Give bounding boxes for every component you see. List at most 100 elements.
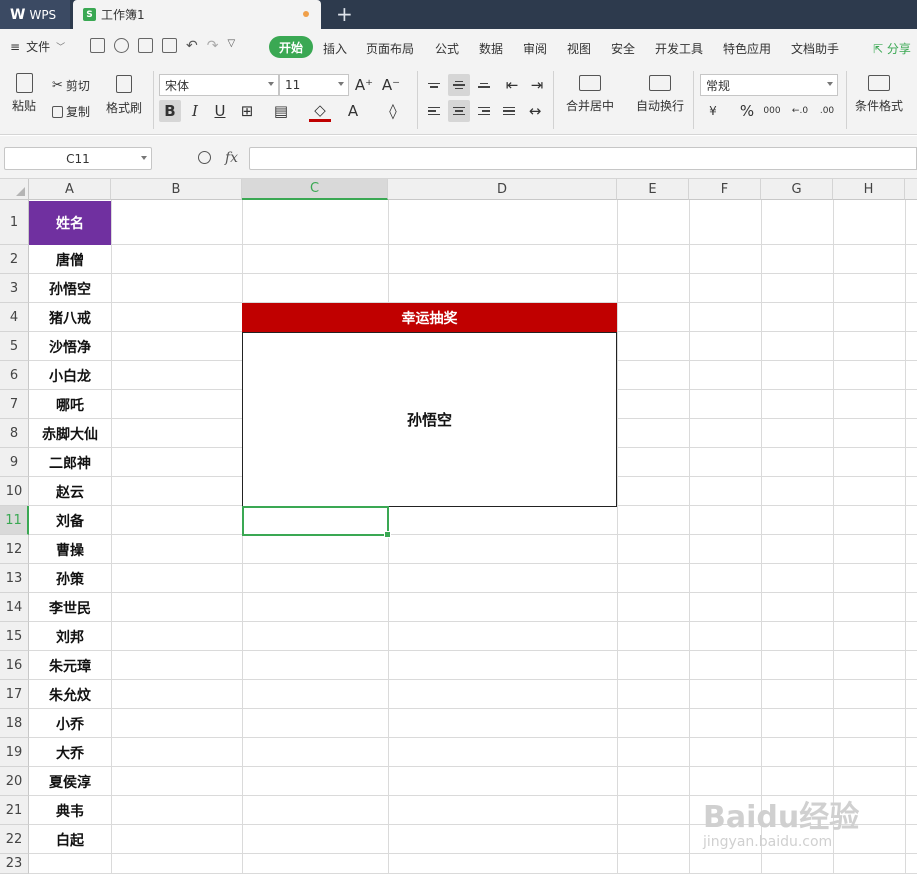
format-painter-button[interactable]: 格式刷 [106,75,142,116]
row-header[interactable]: 2 [0,245,29,274]
row-header[interactable]: 6 [0,361,29,390]
font-color-icon[interactable]: A [342,100,364,122]
name-cell[interactable]: 夏侯淳 [29,767,111,796]
copy-button[interactable]: 复制 [52,103,90,120]
underline-button[interactable]: U [209,100,231,122]
justify-icon[interactable] [498,100,520,122]
merge-center-button[interactable]: 合并居中 [566,75,614,114]
row-header[interactable]: 19 [0,738,29,767]
wps-home-tab[interactable]: W WPS [0,0,70,29]
align-bottom-icon[interactable] [473,74,495,96]
row-header[interactable]: 20 [0,767,29,796]
name-cell[interactable]: 猪八戒 [29,303,111,332]
row-header[interactable]: 16 [0,651,29,680]
row-header[interactable]: 18 [0,709,29,738]
menu-view[interactable]: 视图 [567,40,591,57]
row-header[interactable]: 9 [0,448,29,477]
print-icon[interactable] [138,38,153,53]
increase-decimal-icon[interactable]: ←.0 [789,100,811,122]
name-column-header-cell[interactable]: 姓名 [29,201,111,245]
column-header-e[interactable]: E [617,179,689,200]
selected-cell-c11[interactable] [242,506,391,538]
decrease-font-icon[interactable]: A⁻ [380,74,402,96]
name-cell[interactable]: 典韦 [29,796,111,825]
thousands-button[interactable]: 000 [761,100,783,122]
file-menu[interactable]: ≡ 文件 ﹀ [10,38,65,55]
menu-insert[interactable]: 插入 [323,40,347,57]
name-cell[interactable]: 二郎神 [29,448,111,477]
column-header-f[interactable]: F [689,179,761,200]
menu-features[interactable]: 特色应用 [723,40,771,57]
save-icon[interactable] [90,38,105,53]
row-header[interactable]: 12 [0,535,29,564]
name-cell[interactable]: 李世民 [29,593,111,622]
clear-format-icon[interactable]: ◊ [382,100,404,122]
paste-button[interactable]: 粘贴 [12,73,36,114]
row-header[interactable]: 17 [0,680,29,709]
indent-increase-icon[interactable]: ⇥ [526,74,548,96]
workbook-tab[interactable]: S 工作簿1 [73,0,321,29]
row-header[interactable]: 4 [0,303,29,332]
name-cell[interactable]: 哪吒 [29,390,111,419]
name-cell[interactable]: 小白龙 [29,361,111,390]
menu-security[interactable]: 安全 [611,40,635,57]
percent-button[interactable]: % [736,100,758,122]
wrap-text-button[interactable]: 自动换行 [636,75,684,114]
name-cell[interactable]: 小乔 [29,709,111,738]
name-cell[interactable]: 朱允炆 [29,680,111,709]
number-format-select[interactable]: 常规 [700,74,838,96]
name-cell[interactable]: 沙悟净 [29,332,111,361]
column-header-b[interactable]: B [111,179,242,200]
row-header[interactable]: 11 [0,506,29,535]
export-icon[interactable] [114,38,129,53]
print-preview-icon[interactable] [162,38,177,53]
menu-page-layout[interactable]: 页面布局 [366,40,414,57]
new-tab-button[interactable]: + [336,3,353,25]
distribute-icon[interactable]: ↔ [524,100,546,122]
menu-start[interactable]: 开始 [269,36,313,58]
menu-developer[interactable]: 开发工具 [655,40,703,57]
name-cell[interactable]: 大乔 [29,738,111,767]
name-cell[interactable]: 白起 [29,825,111,854]
row-header[interactable]: 13 [0,564,29,593]
name-cell[interactable]: 赵云 [29,477,111,506]
row-header[interactable]: 7 [0,390,29,419]
row-header[interactable]: 10 [0,477,29,506]
name-cell[interactable]: 孙悟空 [29,274,111,303]
share-button[interactable]: ⇱ 分享 [873,40,911,57]
align-top-icon[interactable] [423,74,445,96]
align-right-icon[interactable] [473,100,495,122]
menu-doc-assistant[interactable]: 文档助手 [791,40,839,57]
name-cell[interactable]: 曹操 [29,535,111,564]
column-header-a[interactable]: A [29,179,111,200]
column-header-h[interactable]: H [833,179,905,200]
zoom-icon[interactable] [198,151,211,164]
align-middle-icon[interactable] [448,74,470,96]
align-left-icon[interactable] [423,100,445,122]
spreadsheet-grid[interactable]: A B C D E F G H 1 2 3 4 5 6 7 8 9 10 11 12 13 14 15 16 1… [0,179,917,874]
row-header[interactable]: 5 [0,332,29,361]
italic-button[interactable]: I [184,100,206,122]
lottery-result[interactable]: 孙悟空 [242,332,617,507]
currency-icon[interactable]: ¥ [702,100,724,122]
undo-icon[interactable]: ↶ [186,38,198,54]
select-all-corner[interactable] [0,179,29,200]
column-header-c[interactable]: C [242,179,388,200]
customize-icon[interactable]: ▽ [227,38,235,54]
cut-button[interactable]: ✂ 剪切 [52,77,90,94]
row-header[interactable]: 22 [0,825,29,854]
name-cell[interactable]: 朱元璋 [29,651,111,680]
row-header[interactable]: 15 [0,622,29,651]
row-header[interactable]: 3 [0,274,29,303]
fill-pattern-icon[interactable]: ▤ [270,100,292,122]
function-icon[interactable]: fx [225,150,238,166]
border-icon[interactable]: ⊞ [236,100,258,122]
indent-decrease-icon[interactable]: ⇤ [501,74,523,96]
row-header[interactable]: 8 [0,419,29,448]
menu-data[interactable]: 数据 [479,40,503,57]
formula-input[interactable] [249,147,917,170]
name-cell[interactable]: 赤脚大仙 [29,419,111,448]
conditional-format-button[interactable]: 条件格式 [855,75,903,114]
name-cell[interactable]: 刘备 [29,506,111,535]
decrease-decimal-icon[interactable]: .00 [816,100,838,122]
